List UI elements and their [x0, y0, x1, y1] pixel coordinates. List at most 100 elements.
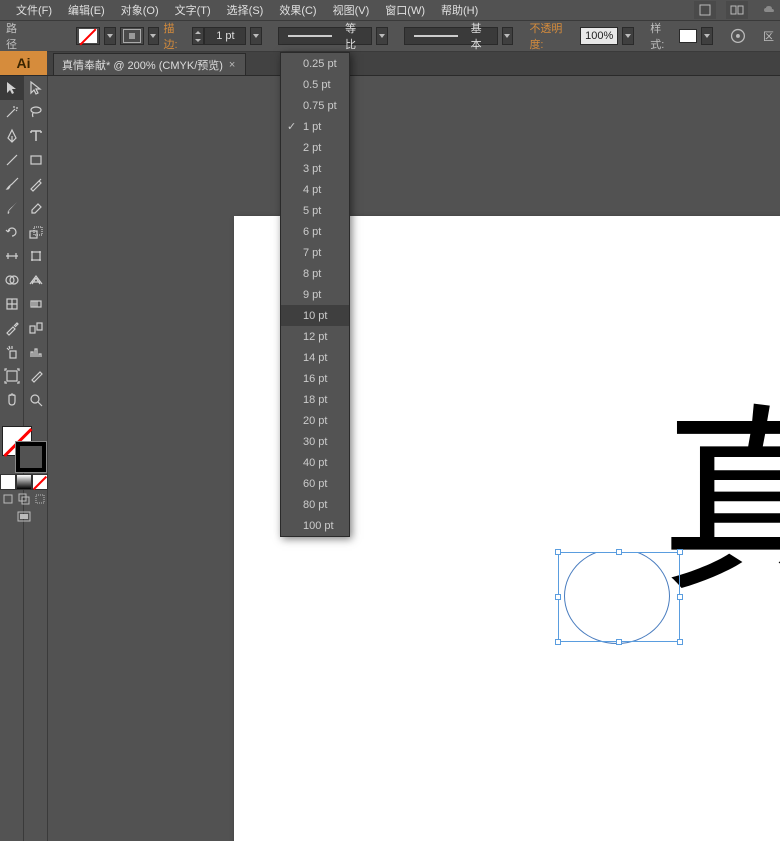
- brush-profile[interactable]: 基本: [404, 27, 498, 45]
- close-tab-icon[interactable]: ×: [229, 59, 237, 71]
- menu-effect[interactable]: 效果(C): [273, 0, 322, 20]
- canvas[interactable]: 真: [48, 76, 780, 841]
- blend-tool[interactable]: [24, 316, 48, 340]
- mesh-tool[interactable]: [0, 292, 24, 316]
- stroke-weight-option[interactable]: 1 pt: [281, 116, 349, 137]
- stroke-weight-option[interactable]: 7 pt: [281, 242, 349, 263]
- magic-wand-tool[interactable]: [0, 100, 24, 124]
- handle-top-right[interactable]: [677, 549, 683, 555]
- handle-bot-left[interactable]: [555, 639, 561, 645]
- selection-tool[interactable]: [0, 76, 24, 100]
- pen-tool[interactable]: [0, 124, 24, 148]
- handle-mid-right[interactable]: [677, 594, 683, 600]
- handle-mid-left[interactable]: [555, 594, 561, 600]
- free-transform-tool[interactable]: [24, 244, 48, 268]
- perspective-grid-tool[interactable]: [24, 268, 48, 292]
- area-label[interactable]: 区: [763, 28, 774, 44]
- stroke-weight-spinner[interactable]: [192, 27, 246, 45]
- menu-type[interactable]: 文字(T): [169, 0, 217, 20]
- stroke-weight-option[interactable]: 2 pt: [281, 137, 349, 158]
- eraser-tool[interactable]: [24, 196, 48, 220]
- style-swatch[interactable]: [679, 29, 697, 43]
- stroke-weight-option[interactable]: 14 pt: [281, 347, 349, 368]
- menu-select[interactable]: 选择(S): [221, 0, 270, 20]
- doc-setup-icon[interactable]: [694, 1, 716, 19]
- menu-object[interactable]: 对象(O): [115, 0, 165, 20]
- rectangle-tool[interactable]: [24, 148, 48, 172]
- stroke-weight-menu[interactable]: 0.25 pt0.5 pt0.75 pt1 pt2 pt3 pt4 pt5 pt…: [280, 52, 350, 537]
- rotate-tool[interactable]: [0, 220, 24, 244]
- stroke-weight-option[interactable]: 4 pt: [281, 179, 349, 200]
- opacity-dropdown[interactable]: [622, 27, 634, 45]
- stroke-weight-option[interactable]: 6 pt: [281, 221, 349, 242]
- direct-selection-tool[interactable]: [24, 76, 48, 100]
- style-dropdown[interactable]: [701, 27, 713, 45]
- stroke-swatch-dropdown[interactable]: [148, 27, 160, 45]
- handle-bot-right[interactable]: [677, 639, 683, 645]
- menu-view[interactable]: 视图(V): [327, 0, 376, 20]
- stroke-weight-option[interactable]: 10 pt: [281, 305, 349, 326]
- width-tool[interactable]: [0, 244, 24, 268]
- type-tool[interactable]: [24, 124, 48, 148]
- recolor-icon[interactable]: [729, 27, 747, 45]
- color-mode-none[interactable]: [32, 474, 48, 490]
- variable-width-profile[interactable]: 等比: [278, 27, 372, 45]
- stroke-swatch-large[interactable]: [16, 442, 46, 472]
- scale-tool[interactable]: [24, 220, 48, 244]
- menu-window[interactable]: 窗口(W): [379, 0, 431, 20]
- stroke-weight-option[interactable]: 8 pt: [281, 263, 349, 284]
- handle-top-mid[interactable]: [616, 549, 622, 555]
- cloud-icon[interactable]: [758, 1, 780, 19]
- color-mode-gradient[interactable]: [16, 474, 32, 490]
- opacity-input[interactable]: [580, 27, 618, 45]
- slice-tool[interactable]: [24, 364, 48, 388]
- stroke-weight-option[interactable]: 12 pt: [281, 326, 349, 347]
- artboard-tool[interactable]: [0, 364, 24, 388]
- stroke-weight-option[interactable]: 100 pt: [281, 515, 349, 536]
- draw-normal-icon[interactable]: [0, 490, 16, 508]
- menu-edit[interactable]: 编辑(E): [62, 0, 111, 20]
- selection-bounding-box[interactable]: [558, 552, 680, 642]
- stroke-weight-option[interactable]: 30 pt: [281, 431, 349, 452]
- stroke-weight-option[interactable]: 18 pt: [281, 389, 349, 410]
- zoom-tool[interactable]: [24, 388, 48, 412]
- symbol-sprayer-tool[interactable]: [0, 340, 24, 364]
- eyedropper-tool[interactable]: [0, 316, 24, 340]
- stroke-weight-option[interactable]: 9 pt: [281, 284, 349, 305]
- fill-dropdown[interactable]: [104, 27, 116, 45]
- gradient-tool[interactable]: [24, 292, 48, 316]
- stroke-weight-option[interactable]: 0.5 pt: [281, 74, 349, 95]
- menu-help[interactable]: 帮助(H): [435, 0, 484, 20]
- paintbrush-tool[interactable]: [0, 172, 24, 196]
- shape-builder-tool[interactable]: [0, 268, 24, 292]
- stroke-swatch[interactable]: [120, 27, 144, 45]
- handle-top-left[interactable]: [555, 549, 561, 555]
- variable-width-dropdown[interactable]: [376, 27, 388, 45]
- draw-inside-icon[interactable]: [32, 490, 48, 508]
- stroke-weight-option[interactable]: 0.75 pt: [281, 95, 349, 116]
- handle-bot-mid[interactable]: [616, 639, 622, 645]
- draw-behind-icon[interactable]: [16, 490, 32, 508]
- stroke-weight-dropdown[interactable]: [250, 27, 262, 45]
- brush-dropdown[interactable]: [502, 27, 514, 45]
- blob-brush-tool[interactable]: [0, 196, 24, 220]
- screen-mode-icon[interactable]: [0, 508, 48, 526]
- color-mode-solid[interactable]: [0, 474, 16, 490]
- stroke-weight-option[interactable]: 80 pt: [281, 494, 349, 515]
- stroke-weight-option[interactable]: 16 pt: [281, 368, 349, 389]
- hand-tool[interactable]: [0, 388, 24, 412]
- stroke-weight-option[interactable]: 20 pt: [281, 410, 349, 431]
- stroke-weight-option[interactable]: 40 pt: [281, 452, 349, 473]
- stroke-label[interactable]: 描边:: [163, 20, 188, 52]
- stroke-weight-input[interactable]: [204, 27, 246, 45]
- stroke-weight-option[interactable]: 3 pt: [281, 158, 349, 179]
- stroke-weight-option[interactable]: 5 pt: [281, 200, 349, 221]
- column-graph-tool[interactable]: [24, 340, 48, 364]
- stroke-weight-option[interactable]: 0.25 pt: [281, 53, 349, 74]
- document-tab[interactable]: 真情奉献* @ 200% (CMYK/预览) ×: [53, 53, 246, 75]
- pencil-tool[interactable]: [24, 172, 48, 196]
- stroke-weight-option[interactable]: 60 pt: [281, 473, 349, 494]
- menu-file[interactable]: 文件(F): [10, 0, 58, 20]
- line-segment-tool[interactable]: [0, 148, 24, 172]
- lasso-tool[interactable]: [24, 100, 48, 124]
